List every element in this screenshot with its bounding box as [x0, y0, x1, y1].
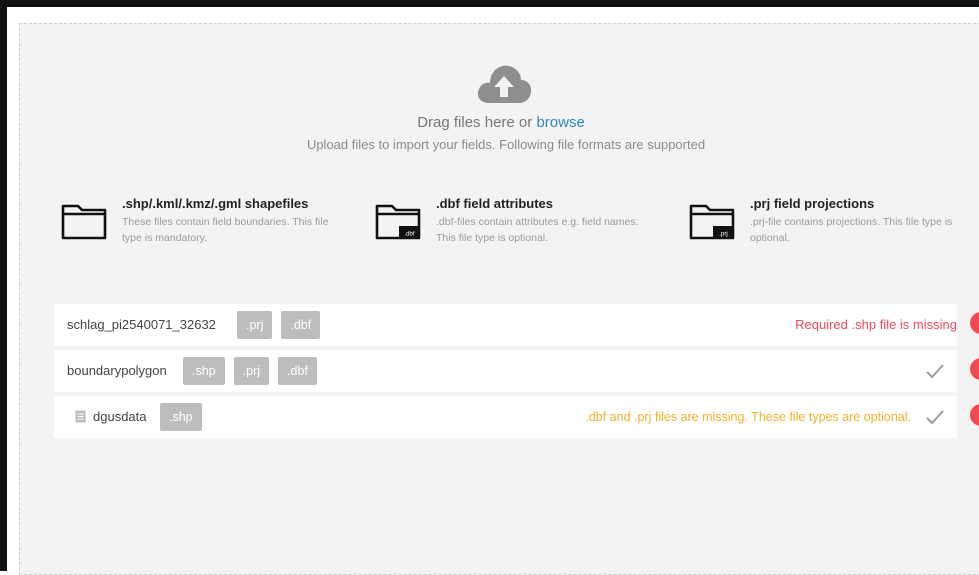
file-name: dgusdata — [93, 409, 147, 424]
file-tags: .prj .dbf — [237, 311, 321, 339]
badge-text: .dbf — [404, 232, 414, 238]
format-prj: .prj .prj field projections .prj-file co… — [688, 196, 978, 252]
file-tag-dbf: .dbf — [281, 311, 321, 339]
folder-icon — [61, 204, 107, 240]
file-tag-prj: .prj — [233, 357, 270, 385]
file-name: boundarypolygon — [67, 363, 167, 378]
cloud-upload-icon[interactable] — [475, 59, 533, 107]
format-shapefiles: .shp/.kml/.kmz/.gml shapefiles These fil… — [60, 196, 350, 252]
folder-prj-icon: .prj — [689, 204, 735, 240]
file-tag-prj: .prj — [237, 311, 273, 339]
document-icon — [75, 410, 86, 423]
drag-instructions: Drag files here or browse — [20, 114, 979, 131]
file-row: dgusdata .shp .dbf and .prj files are mi… — [54, 396, 957, 438]
warning-message: .dbf and .prj files are missing. These f… — [585, 410, 911, 424]
file-name: schlag_pi2540071_32632 — [67, 317, 216, 332]
badge-text: .prj — [719, 232, 727, 238]
file-tags: .shp — [160, 403, 202, 431]
file-row: boundarypolygon .shp .prj .dbf — [54, 350, 957, 392]
file-tag-dbf: .dbf — [278, 357, 317, 385]
file-tags: .shp .prj .dbf — [183, 357, 317, 385]
format-description: These files contain field boundaries. Th… — [122, 216, 329, 244]
drag-text: Drag files here or — [417, 114, 533, 131]
window-frame: Drag files here or browse Upload files t… — [0, 0, 979, 575]
format-title: .prj field projections — [750, 196, 875, 211]
check-icon — [926, 410, 944, 425]
browse-link[interactable]: browse — [536, 114, 584, 131]
format-description: .prj-file contains projections. This fil… — [750, 216, 953, 244]
format-dbf: .dbf .dbf field attributes .dbf-files co… — [374, 196, 664, 252]
file-list: schlag_pi2540071_32632 .prj .dbf Require… — [54, 304, 957, 442]
folder-dbf-icon: .dbf — [375, 204, 421, 240]
remove-file-button[interactable] — [970, 358, 979, 380]
check-icon — [926, 364, 944, 379]
remove-file-button[interactable] — [970, 312, 979, 334]
file-dropzone[interactable]: Drag files here or browse Upload files t… — [19, 23, 979, 575]
file-tag-shp: .shp — [183, 357, 225, 385]
remove-file-button[interactable] — [970, 404, 979, 426]
error-message: Required .shp file is missing — [795, 317, 957, 332]
format-title: .dbf field attributes — [436, 196, 553, 211]
file-tag-shp: .shp — [160, 403, 202, 431]
format-description: .dbf-files contain attributes e.g. field… — [436, 216, 639, 244]
format-title: .shp/.kml/.kmz/.gml shapefiles — [122, 196, 309, 211]
file-row: schlag_pi2540071_32632 .prj .dbf Require… — [54, 304, 957, 346]
upload-subtitle: Upload files to import your fields. Foll… — [306, 137, 706, 152]
